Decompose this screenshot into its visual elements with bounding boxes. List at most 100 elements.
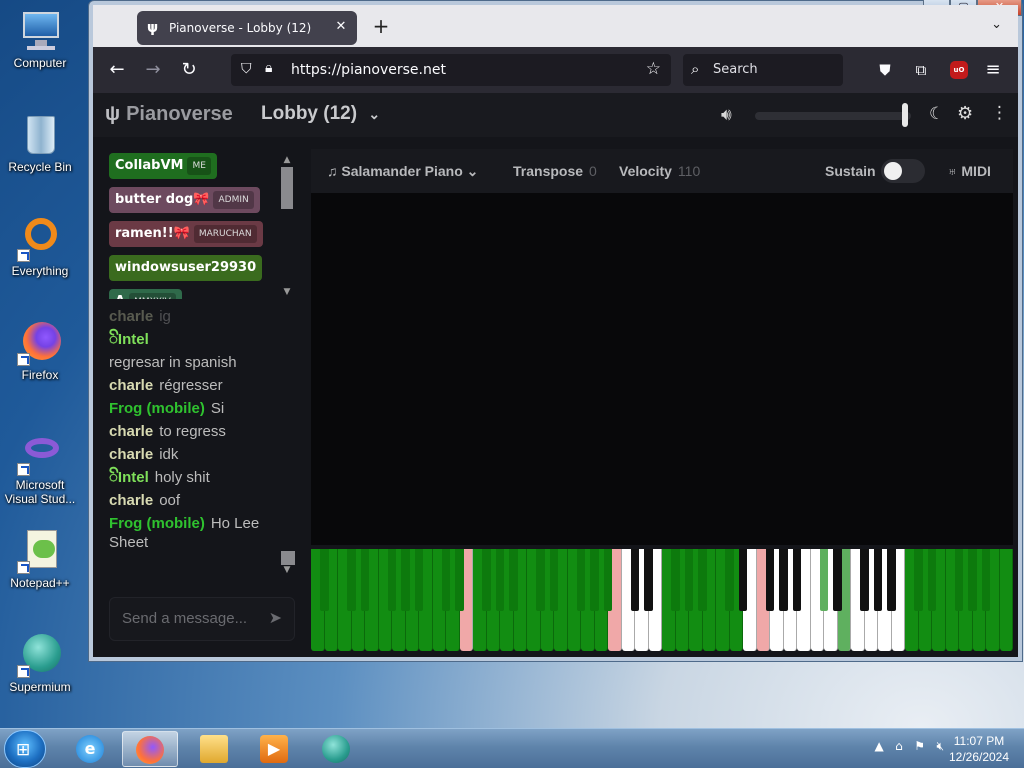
scrollbar-thumb[interactable]: [281, 167, 293, 209]
chat-nick[interactable]: charle: [109, 492, 153, 509]
send-icon[interactable]: ➤: [269, 608, 282, 627]
lock-icon[interactable]: 🔒︎: [265, 60, 272, 76]
black-key[interactable]: [455, 549, 464, 611]
black-key[interactable]: [360, 549, 370, 611]
black-key[interactable]: [549, 549, 559, 611]
user-pill[interactable]: CollabVM ME: [109, 153, 217, 179]
white-key[interactable]: [999, 549, 1013, 651]
user-pill[interactable]: windowsuser29930: [109, 255, 263, 281]
url-text[interactable]: https://pianoverse.net: [291, 62, 446, 78]
black-key[interactable]: [482, 549, 491, 611]
forward-button[interactable]: →: [141, 58, 165, 82]
black-key[interactable]: [981, 549, 991, 611]
action-center-flag-icon[interactable]: ⚑: [914, 739, 925, 753]
chat-nick[interactable]: ꦼIntel: [109, 469, 149, 486]
desktop-icon-computer[interactable]: Computer: [0, 8, 80, 70]
black-key[interactable]: [738, 549, 748, 611]
desktop-icon-recycle-bin[interactable]: Recycle Bin: [0, 112, 80, 174]
clock[interactable]: 11:07 PM 12/26/2024: [944, 733, 1014, 765]
bookmark-star-icon[interactable]: ☆: [646, 59, 661, 79]
chat-nick[interactable]: charle: [109, 377, 153, 394]
black-key[interactable]: [576, 549, 586, 611]
volume-slider-thumb[interactable]: [901, 103, 908, 127]
midi-button[interactable]: ♅ MIDI: [947, 163, 991, 179]
black-key[interactable]: [441, 549, 451, 611]
hamburger-menu-icon[interactable]: ≡: [981, 58, 1005, 82]
sustain-toggle[interactable]: [881, 159, 925, 183]
black-key[interactable]: [671, 549, 680, 611]
black-key[interactable]: [914, 549, 923, 611]
transpose-control[interactable]: Transpose 0: [513, 163, 597, 179]
black-key[interactable]: [927, 549, 937, 611]
taskbar-file-explorer[interactable]: [186, 731, 242, 767]
chat-scrollbar[interactable]: ▼: [281, 551, 295, 583]
scroll-down-arrow-icon[interactable]: ▼: [281, 287, 293, 297]
chat-message-input[interactable]: [122, 610, 257, 627]
taskbar-internet-explorer[interactable]: e: [62, 731, 118, 767]
chat-nick[interactable]: Frog (mobile): [109, 515, 205, 532]
reload-button[interactable]: ↻: [177, 58, 201, 82]
black-key[interactable]: [630, 549, 640, 611]
extensions-icon[interactable]: ⧉: [909, 58, 933, 82]
black-key[interactable]: [698, 549, 707, 611]
tracking-protection-icon[interactable]: ⛉: [241, 61, 252, 77]
volume-slider[interactable]: [755, 112, 911, 120]
black-key[interactable]: [954, 549, 964, 611]
black-key[interactable]: [684, 549, 694, 611]
black-key[interactable]: [792, 549, 802, 611]
black-key[interactable]: [873, 549, 883, 611]
scroll-up-arrow-icon[interactable]: ▲: [281, 155, 293, 165]
black-key[interactable]: [495, 549, 505, 611]
user-pill[interactable]: butter dog🎀 ADMIN: [109, 187, 260, 213]
black-key[interactable]: [414, 549, 424, 611]
back-button[interactable]: ←: [105, 58, 129, 82]
velocity-control[interactable]: Velocity 110: [619, 163, 700, 179]
black-key[interactable]: [603, 549, 613, 611]
pianoverse-logo[interactable]: ψ Pianoverse: [105, 103, 233, 126]
more-options-icon[interactable]: ⋮: [991, 103, 1008, 123]
list-all-tabs-icon[interactable]: ⌄: [991, 17, 1002, 32]
volume-icon[interactable]: 🔊︎: [721, 105, 732, 125]
user-pill[interactable]: A MMXXIV: [109, 289, 182, 299]
desktop-icon-everything[interactable]: Everything: [0, 216, 80, 278]
black-key[interactable]: [320, 549, 329, 611]
pocket-icon[interactable]: ⛊: [873, 58, 897, 82]
black-key[interactable]: [725, 549, 734, 611]
black-key[interactable]: [347, 549, 356, 611]
black-key[interactable]: [968, 549, 977, 611]
chat-nick[interactable]: charle: [109, 446, 153, 463]
desktop-icon-supermium[interactable]: Supermium: [0, 632, 80, 694]
black-key[interactable]: [860, 549, 869, 611]
chat-nick[interactable]: charle: [109, 308, 153, 325]
volume-muted-icon[interactable]: 🔇︎: [936, 739, 944, 753]
black-key[interactable]: [401, 549, 410, 611]
network-icon[interactable]: ⌂: [895, 739, 903, 753]
piano-keyboard[interactable]: [311, 549, 1013, 651]
taskbar-firefox[interactable]: [122, 731, 178, 767]
black-key[interactable]: [590, 549, 599, 611]
black-key[interactable]: [387, 549, 397, 611]
ublock-origin-icon[interactable]: uO: [950, 61, 968, 79]
moon-icon[interactable]: ☾: [929, 104, 944, 124]
desktop-icon-notepadpp[interactable]: Notepad++: [0, 528, 80, 590]
user-list-scrollbar[interactable]: ▲ ▼: [281, 155, 293, 297]
search-box[interactable]: ⌕ Search: [683, 54, 843, 86]
scrollbar-thumb[interactable]: [281, 551, 295, 565]
black-key[interactable]: [765, 549, 775, 611]
address-bar[interactable]: ⛉ 🔒︎ https://pianoverse.net ☆: [231, 54, 671, 86]
black-key[interactable]: [819, 549, 829, 611]
desktop-icon-visual-studio[interactable]: Microsoft Visual Stud...: [0, 430, 80, 506]
chat-nick[interactable]: charle: [109, 423, 153, 440]
desktop-icon-firefox[interactable]: Firefox: [0, 320, 80, 382]
user-pill[interactable]: ramen!!🎀 MARUCHAN: [109, 221, 263, 247]
black-key[interactable]: [644, 549, 653, 611]
black-key[interactable]: [779, 549, 788, 611]
tab-pianoverse[interactable]: ψ Pianoverse - Lobby (12) ✕: [137, 11, 357, 45]
instrument-selector[interactable]: ♫ Salamander Piano ⌄: [327, 163, 478, 180]
show-hidden-icons-icon[interactable]: ▲: [874, 739, 883, 753]
room-selector[interactable]: Lobby (12) ⌄: [261, 103, 380, 125]
gear-icon[interactable]: ⚙: [957, 103, 973, 124]
chat-nick[interactable]: ꦼIntel: [109, 331, 149, 348]
start-button[interactable]: ⊞: [4, 730, 46, 768]
scroll-down-arrow-icon[interactable]: ▼: [281, 565, 293, 575]
